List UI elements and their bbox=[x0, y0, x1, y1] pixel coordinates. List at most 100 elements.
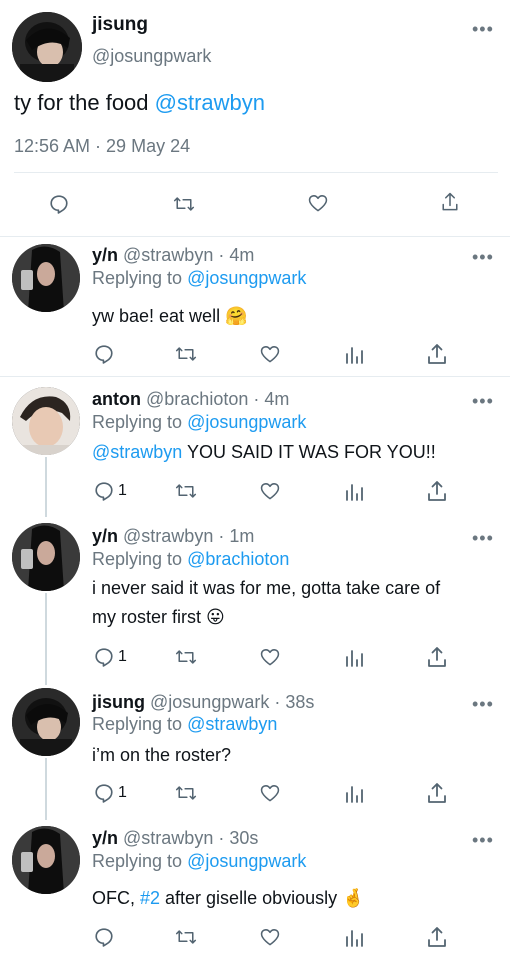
replying-to-label: Replying to bbox=[92, 714, 188, 734]
divider bbox=[14, 172, 498, 173]
reply-text: i never said it was for me, gotta take c… bbox=[92, 574, 440, 632]
divider bbox=[0, 376, 510, 377]
replying-to-label: Replying to bbox=[92, 851, 188, 871]
avatar-yn[interactable] bbox=[12, 826, 80, 894]
retweet-icon[interactable] bbox=[175, 480, 197, 502]
reply-text: i’m on the roster? bbox=[92, 741, 231, 770]
reply-handle-time[interactable]: @brachioton · 4m bbox=[146, 389, 289, 409]
reply-text-line: i never said it was for me, gotta take c… bbox=[92, 578, 441, 598]
like-icon[interactable] bbox=[259, 782, 281, 804]
share-icon[interactable] bbox=[426, 782, 448, 804]
main-tweet-text: ty for the food @strawbyn bbox=[14, 90, 265, 116]
reply-header: y/n @strawbyn · 4m bbox=[92, 245, 254, 266]
thread-line bbox=[45, 758, 47, 820]
like-icon[interactable] bbox=[259, 343, 281, 365]
main-tweet-mention[interactable]: @strawbyn bbox=[155, 90, 265, 115]
share-icon[interactable] bbox=[426, 926, 448, 948]
reply-count[interactable]: 1 bbox=[118, 482, 127, 500]
reply-name[interactable]: jisung bbox=[92, 692, 145, 712]
reply-header: anton @brachioton · 4m bbox=[92, 389, 289, 410]
like-icon[interactable] bbox=[259, 480, 281, 502]
reply-icon[interactable] bbox=[93, 343, 115, 365]
reply-mention[interactable]: @strawbyn bbox=[92, 442, 182, 462]
main-tweet-text-prefix: ty for the food bbox=[14, 90, 155, 115]
replying-to-mention[interactable]: @strawbyn bbox=[187, 714, 277, 734]
reply-text-content: after giselle obviously bbox=[160, 888, 338, 908]
replying-to: Replying to @strawbyn bbox=[92, 714, 277, 735]
avatar-jisung[interactable] bbox=[12, 12, 82, 82]
replying-to-label: Replying to bbox=[92, 549, 188, 569]
like-icon[interactable] bbox=[259, 646, 281, 668]
retweet-icon[interactable] bbox=[175, 646, 197, 668]
replying-to-mention[interactable]: @josungpwark bbox=[187, 851, 306, 871]
main-tweet-handle[interactable]: @josungpwark bbox=[92, 46, 211, 67]
reply-text-content: my roster first bbox=[92, 607, 202, 627]
reply-icon[interactable] bbox=[93, 646, 115, 668]
like-icon[interactable] bbox=[259, 926, 281, 948]
reply-handle-time[interactable]: @josungpwark · 38s bbox=[150, 692, 314, 712]
analytics-icon[interactable] bbox=[344, 926, 366, 948]
retweet-icon[interactable] bbox=[175, 926, 197, 948]
reply-text: yw bae! eat well 🤗 bbox=[92, 302, 248, 331]
reply-name[interactable]: y/n bbox=[92, 828, 118, 848]
retweet-icon[interactable] bbox=[173, 193, 199, 217]
replying-to: Replying to @josungpwark bbox=[92, 412, 306, 433]
reply-text: OFC, #2 after giselle obviously 🤞 bbox=[92, 884, 365, 913]
reply-icon[interactable] bbox=[48, 193, 72, 217]
share-icon[interactable] bbox=[426, 646, 448, 668]
replying-to-mention[interactable]: @brachioton bbox=[187, 549, 289, 569]
reply-name[interactable]: anton bbox=[92, 389, 141, 409]
analytics-icon[interactable] bbox=[344, 343, 366, 365]
reply-icon[interactable] bbox=[93, 782, 115, 804]
reply-handle-time[interactable]: @strawbyn · 30s bbox=[123, 828, 258, 848]
reply-icon[interactable] bbox=[93, 480, 115, 502]
reply-hashtag[interactable]: #2 bbox=[140, 888, 160, 908]
replying-to-mention[interactable]: @josungpwark bbox=[187, 268, 306, 288]
share-icon[interactable] bbox=[426, 480, 448, 502]
share-icon[interactable] bbox=[439, 191, 463, 217]
more-icon[interactable]: ••• bbox=[472, 248, 494, 266]
hugging-emoji: 🤗 bbox=[225, 306, 248, 326]
reply-handle-time[interactable]: @strawbyn · 1m bbox=[123, 526, 254, 546]
main-tweet-timestamp: 12:56 AM · 29 May 24 bbox=[14, 136, 191, 156]
reply-text-line: my roster first 😛 bbox=[92, 603, 440, 632]
analytics-icon[interactable] bbox=[344, 782, 366, 804]
more-icon[interactable]: ••• bbox=[472, 20, 494, 38]
thread-line bbox=[45, 593, 47, 685]
reply-text-content: i’m on the roster? bbox=[92, 745, 232, 765]
replying-to-label: Replying to bbox=[92, 412, 188, 432]
reply-text-content: OFC, bbox=[92, 888, 140, 908]
analytics-icon[interactable] bbox=[344, 480, 366, 502]
main-tweet-name[interactable]: jisung bbox=[92, 14, 148, 36]
share-icon[interactable] bbox=[426, 343, 448, 365]
replying-to-mention[interactable]: @josungpwark bbox=[187, 412, 306, 432]
reply-text: @strawbyn YOU SAID IT WAS FOR YOU!! bbox=[92, 438, 436, 467]
reply-text-content: yw bae! eat well bbox=[92, 306, 221, 326]
more-icon[interactable]: ••• bbox=[472, 529, 494, 547]
avatar-anton[interactable] bbox=[12, 387, 80, 455]
reply-header: y/n @strawbyn · 30s bbox=[92, 828, 258, 849]
reply-count[interactable]: 1 bbox=[118, 784, 127, 802]
reply-header: y/n @strawbyn · 1m bbox=[92, 526, 254, 547]
like-icon[interactable] bbox=[307, 192, 333, 216]
reply-text-content: YOU SAID IT WAS FOR YOU!! bbox=[182, 442, 436, 462]
avatar-yn[interactable] bbox=[12, 523, 80, 591]
replying-to: Replying to @josungpwark bbox=[92, 268, 306, 289]
reply-name[interactable]: y/n bbox=[92, 526, 118, 546]
retweet-icon[interactable] bbox=[175, 782, 197, 804]
reply-handle-time[interactable]: @strawbyn · 4m bbox=[123, 245, 254, 265]
thread-line bbox=[45, 457, 47, 517]
more-icon[interactable]: ••• bbox=[472, 392, 494, 410]
retweet-icon[interactable] bbox=[175, 343, 197, 365]
replying-to: Replying to @brachioton bbox=[92, 549, 289, 570]
analytics-icon[interactable] bbox=[344, 646, 366, 668]
reply-header: jisung @josungpwark · 38s bbox=[92, 692, 314, 713]
avatar-jisung[interactable] bbox=[12, 688, 80, 756]
reply-count[interactable]: 1 bbox=[118, 648, 127, 666]
reply-icon[interactable] bbox=[93, 926, 115, 948]
replying-to: Replying to @josungpwark bbox=[92, 851, 306, 872]
more-icon[interactable]: ••• bbox=[472, 831, 494, 849]
more-icon[interactable]: ••• bbox=[472, 695, 494, 713]
avatar-yn[interactable] bbox=[12, 244, 80, 312]
reply-name[interactable]: y/n bbox=[92, 245, 118, 265]
